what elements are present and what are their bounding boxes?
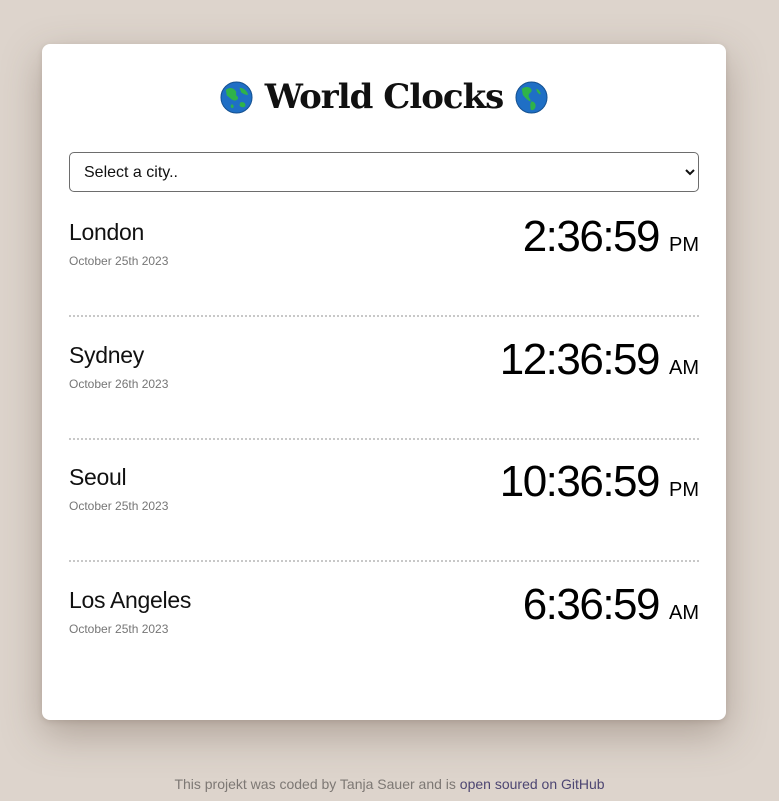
city-time: 2:36:59 bbox=[522, 212, 661, 261]
github-link[interactable]: open soured on GitHub bbox=[460, 776, 605, 792]
city-ampm: PM bbox=[669, 479, 699, 501]
city-time-group: 2:36:59 PM bbox=[523, 212, 699, 262]
page-title: World Clocks bbox=[264, 77, 505, 117]
city-time: 12:36:59 bbox=[499, 335, 661, 384]
city-time: 10:36:59 bbox=[499, 457, 661, 506]
city-row-seoul: Seoul October 25th 2023 10:36:59 PM bbox=[69, 437, 699, 562]
footer: This projekt was coded by Tanja Sauer an… bbox=[0, 776, 779, 792]
city-row-london: London October 25th 2023 2:36:59 PM bbox=[69, 192, 699, 317]
clock-card: World Clocks Select a city.. London Octo… bbox=[42, 44, 726, 720]
city-name: Sydney bbox=[69, 342, 144, 368]
city-date: October 25th 2023 bbox=[69, 254, 169, 268]
footer-text: This projekt was coded by Tanja Sauer an… bbox=[174, 776, 460, 792]
city-name: Seoul bbox=[69, 464, 127, 490]
city-time-group: 12:36:59 AM bbox=[500, 335, 699, 385]
city-row-los-angeles: Los Angeles October 25th 2023 6:36:59 AM bbox=[69, 560, 699, 683]
city-time-group: 6:36:59 AM bbox=[523, 580, 699, 630]
city-select[interactable]: Select a city.. bbox=[69, 152, 699, 192]
city-time: 6:36:59 bbox=[522, 580, 661, 629]
city-name: London bbox=[69, 219, 144, 245]
city-ampm: AM bbox=[669, 602, 699, 624]
globe-americas-icon bbox=[515, 80, 548, 114]
city-ampm: AM bbox=[669, 357, 699, 379]
city-name: Los Angeles bbox=[69, 587, 192, 613]
city-ampm: PM bbox=[669, 234, 699, 256]
title-row: World Clocks bbox=[42, 74, 726, 120]
globe-asia-icon bbox=[220, 80, 253, 114]
city-select-wrapper: Select a city.. bbox=[69, 152, 699, 192]
city-date: October 25th 2023 bbox=[69, 622, 169, 636]
city-time-group: 10:36:59 PM bbox=[500, 457, 699, 507]
city-date: October 26th 2023 bbox=[69, 377, 169, 391]
city-date: October 25th 2023 bbox=[69, 499, 169, 513]
city-row-sydney: Sydney October 26th 2023 12:36:59 AM bbox=[69, 315, 699, 440]
